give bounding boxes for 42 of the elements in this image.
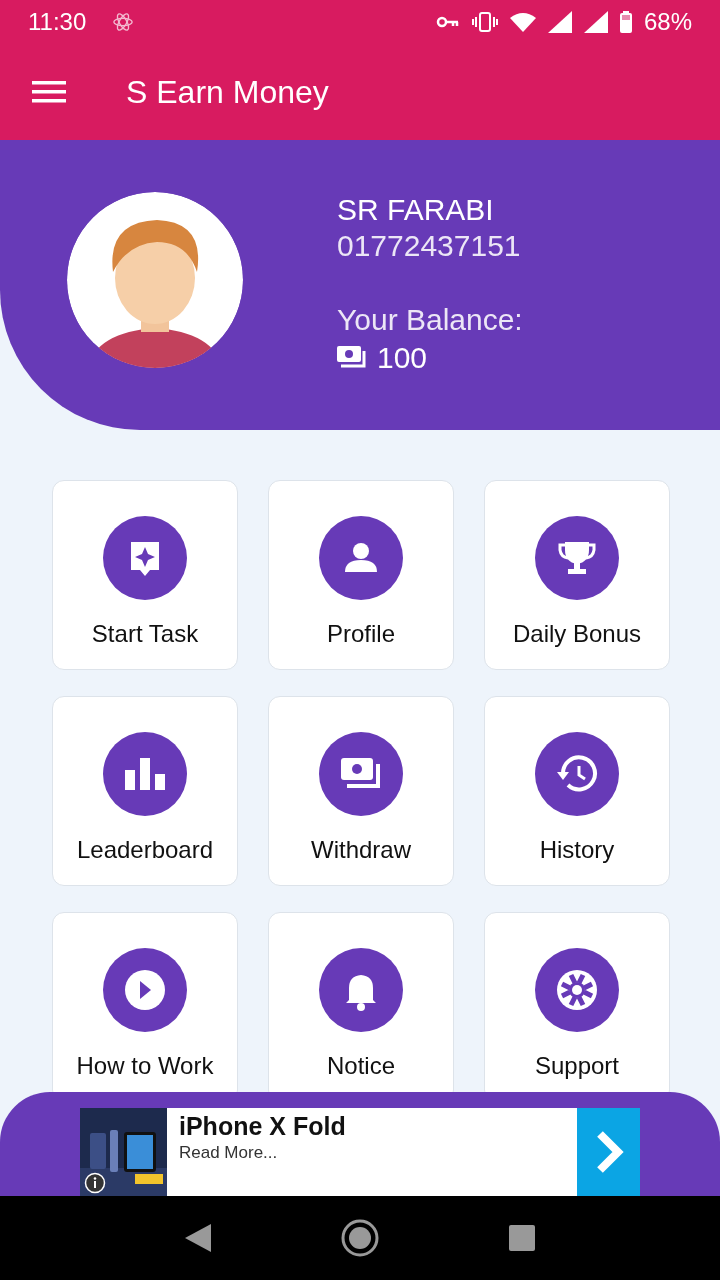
signal-icon: [547, 11, 572, 33]
menu-icon[interactable]: [32, 80, 66, 104]
bell-icon: [319, 948, 403, 1032]
balance-label: Your Balance:: [337, 302, 523, 338]
menu-tile[interactable]: Notice: [268, 912, 454, 1092]
info-icon[interactable]: [84, 1172, 106, 1194]
ad-arrow-button[interactable]: [577, 1108, 640, 1196]
phone-number: 01772437151: [337, 228, 522, 264]
menu-tile[interactable]: Withdraw: [268, 696, 454, 886]
key-icon: [435, 15, 460, 29]
balance-amount: 100: [377, 340, 428, 376]
atom-icon: [112, 11, 135, 33]
menu-tile[interactable]: Support: [484, 912, 670, 1092]
trophy-icon: [535, 516, 619, 600]
status-time: 11:30: [28, 8, 87, 36]
play-icon: [103, 948, 187, 1032]
menu-tile[interactable]: Start Task: [52, 480, 238, 670]
signal-icon: [583, 11, 608, 33]
home-icon[interactable]: [341, 1219, 379, 1257]
bar-chart-icon: [103, 732, 187, 816]
menu-tile[interactable]: Leaderboard: [52, 696, 238, 886]
wifi-icon: [509, 12, 536, 32]
menu-tile[interactable]: Profile: [268, 480, 454, 670]
battery-icon: [619, 11, 632, 33]
vibrate-icon: [471, 11, 498, 33]
person-icon: [319, 516, 403, 600]
lifebuoy-icon: [535, 948, 619, 1032]
avatar-icon: [67, 192, 243, 368]
cash-icon: [319, 732, 403, 816]
ad-title: iPhone X Fold: [179, 1112, 347, 1141]
cash-icon: [337, 346, 367, 370]
menu-tile[interactable]: History: [484, 696, 670, 886]
ad-banner[interactable]: iPhone X Fold Read More...: [80, 1108, 640, 1196]
app-title: S Earn Money: [126, 73, 329, 111]
sparkle-icon: [103, 516, 187, 600]
history-icon: [535, 732, 619, 816]
battery-percent: 68%: [643, 8, 692, 36]
ad-subtitle: Read More...: [179, 1143, 279, 1163]
menu-tile[interactable]: How to Work: [52, 912, 238, 1092]
back-icon[interactable]: [185, 1224, 211, 1252]
menu-tile[interactable]: Daily Bonus: [484, 480, 670, 670]
user-name: SR FARABI: [337, 192, 495, 228]
